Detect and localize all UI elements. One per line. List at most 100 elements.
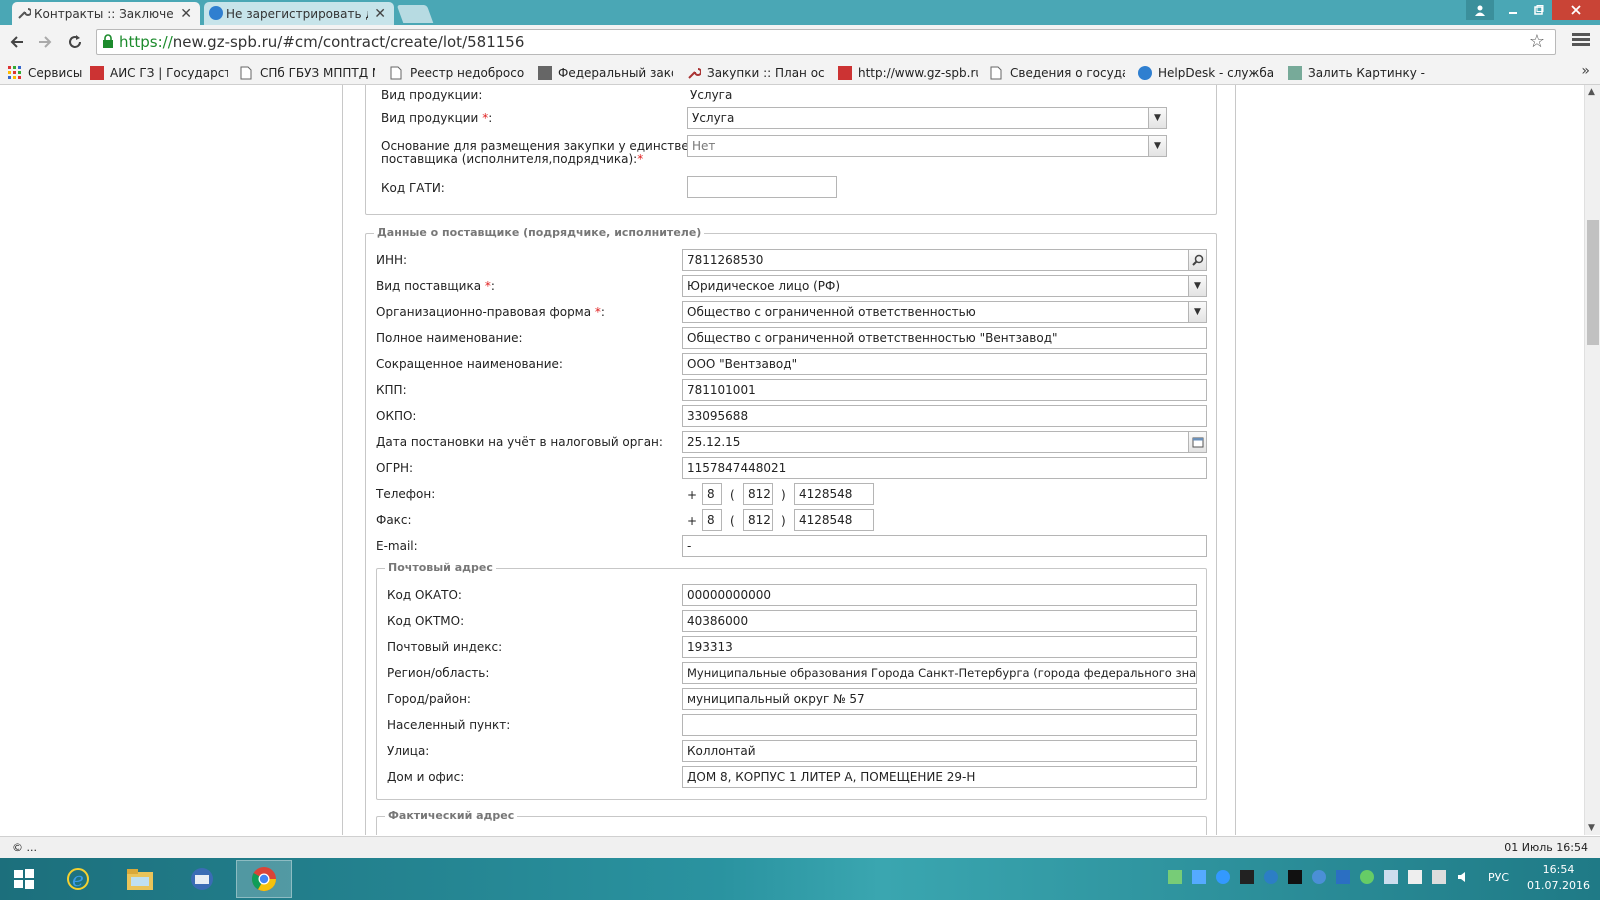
close-icon[interactable]: ✕ [374, 6, 386, 22]
tray-teamviewer-icon[interactable] [1336, 870, 1350, 884]
bookmark-star-icon[interactable]: ☆ [1529, 31, 1545, 52]
browser-menu-icon[interactable] [1572, 31, 1590, 49]
tab-title: Не зарегистрировать до [226, 6, 369, 21]
chevron-down-icon[interactable]: ▼ [1148, 136, 1166, 156]
basis-select[interactable]: Нет ▼ [687, 135, 1167, 157]
ogrn-input[interactable]: 1157847448021 [682, 457, 1207, 479]
thunderbird-icon[interactable] [174, 860, 230, 898]
speaker-icon[interactable] [1456, 870, 1470, 884]
fax-number-input[interactable]: 4128548 [794, 509, 874, 531]
tray-app-icon[interactable] [1240, 870, 1254, 884]
reload-icon[interactable] [64, 31, 86, 53]
legal-form-select[interactable]: Общество с ограниченной ответственностью… [682, 301, 1207, 323]
chrome-icon[interactable] [236, 860, 292, 898]
new-tab-button[interactable] [396, 5, 434, 23]
tax-date-input[interactable]: 25.12.15 [682, 431, 1207, 453]
product-type-select[interactable]: Услуга ▼ [687, 107, 1167, 129]
gati-code-label: Код ГАТИ: [381, 181, 445, 195]
kpp-input[interactable]: 781101001 [682, 379, 1207, 401]
bookmark-gz-spb[interactable]: http://www.gz-spb.ru/ [838, 64, 978, 81]
tray-grid-icon[interactable] [1384, 870, 1398, 884]
bookmark-helpdesk[interactable]: HelpDesk - служба те [1138, 64, 1276, 81]
tray-monitor-icon[interactable] [1432, 870, 1446, 884]
calendar-icon[interactable] [1188, 432, 1206, 452]
bookmark-spb-gbuz[interactable]: СПб ГБУЗ МППТД N [240, 64, 375, 81]
settlement-input[interactable] [682, 714, 1197, 736]
chevron-down-icon[interactable]: ▼ [1148, 108, 1166, 128]
scrollbar-thumb[interactable] [1587, 220, 1599, 345]
restore-icon[interactable] [1526, 0, 1552, 20]
tray-sync-icon[interactable] [1216, 870, 1230, 884]
okpo-label: ОКПО: [376, 409, 417, 423]
file-explorer-icon[interactable] [112, 860, 168, 898]
internet-explorer-icon[interactable]: e [50, 860, 106, 898]
tray-user-icon[interactable] [1360, 870, 1374, 884]
street-input[interactable]: Коллонтай [682, 740, 1197, 762]
scroll-down-arrow-icon[interactable]: ▼ [1588, 823, 1595, 833]
region-label: Регион/область: [387, 666, 490, 680]
phone-country-input[interactable]: 8 [702, 483, 722, 505]
bookmark-zakupki-plan[interactable]: Закупки :: План осущ [687, 64, 825, 81]
full-name-input[interactable]: Общество с ограниченной ответственностью… [682, 327, 1207, 349]
bookmark-services[interactable]: Сервисы [8, 64, 83, 81]
back-arrow-icon[interactable] [6, 31, 28, 53]
address-bar[interactable]: https://new.gz-spb.ru/#cm/contract/creat… [96, 29, 1556, 55]
chevron-down-icon[interactable]: ▼ [1188, 302, 1206, 322]
image-icon [1288, 65, 1302, 80]
phone-lparen: ( [730, 488, 735, 502]
taskbar-clock[interactable]: 16:54 01.07.2016 [1527, 862, 1590, 894]
oktmo-input[interactable]: 40386000 [682, 610, 1197, 632]
full-name-label: Полное наименование: [376, 331, 523, 345]
okato-input[interactable]: 00000000000 [682, 584, 1197, 606]
phone-code-input[interactable]: 812 [743, 483, 773, 505]
fax-code-input[interactable]: 812 [743, 509, 773, 531]
bookmark-upload-image[interactable]: Залить Картинку - За [1288, 64, 1428, 81]
phone-plus: + [687, 488, 698, 502]
short-name-input[interactable]: ООО "Вентзавод" [682, 353, 1207, 375]
ogrn-label: ОГРН: [376, 461, 414, 475]
page-icon [240, 66, 254, 80]
product-type-static-label: Вид продукции: [381, 88, 483, 102]
tray-network-icon[interactable] [1192, 870, 1206, 884]
scroll-up-arrow-icon[interactable]: ▲ [1588, 87, 1595, 97]
fax-lparen: ( [730, 514, 735, 528]
bookmark-ais-gz[interactable]: АИС ГЗ | Государстве [90, 64, 228, 81]
forward-arrow-icon[interactable] [34, 31, 56, 53]
minimize-icon[interactable] [1500, 0, 1526, 20]
house-office-label: Дом и офис: [387, 770, 465, 784]
region-input[interactable]: Муниципальные образования Города Санкт-П… [682, 662, 1197, 684]
keyboard-language[interactable]: РУС [1488, 871, 1509, 884]
user-icon[interactable] [1466, 0, 1494, 20]
inn-input[interactable]: 7811268530 [682, 249, 1207, 271]
bookmark-federal-law[interactable]: Федеральный закон [538, 64, 673, 81]
page-scrollbar[interactable]: ▲ ▼ [1584, 85, 1600, 835]
settlement-label: Населенный пункт: [387, 718, 511, 732]
house-office-input[interactable]: ДОМ 8, КОРПУС 1 ЛИТЕР А, ПОМЕЩЕНИЕ 29-Н [682, 766, 1197, 788]
tab-unregistered[interactable]: Не зарегистрировать до ✕ [204, 2, 394, 25]
chevron-down-icon[interactable]: ▼ [1188, 276, 1206, 296]
city-input[interactable]: муниципальный округ № 57 [682, 688, 1197, 710]
tray-tool-icon[interactable] [1288, 870, 1302, 884]
okpo-input[interactable]: 33095688 [682, 405, 1207, 427]
tray-security-icon[interactable] [1168, 870, 1182, 884]
postal-address-legend: Почтовый адрес [385, 561, 496, 574]
supplier-type-select[interactable]: Юридическое лицо (РФ) ▼ [682, 275, 1207, 297]
tray-flag-icon[interactable] [1408, 870, 1422, 884]
email-input[interactable]: - [682, 535, 1207, 557]
bookmarks-bar: Сервисы АИС ГЗ | Государстве СПб ГБУЗ МП… [0, 60, 1600, 85]
tray-update-icon[interactable] [1264, 870, 1278, 884]
postal-index-input[interactable]: 193313 [682, 636, 1197, 658]
fax-country-input[interactable]: 8 [702, 509, 722, 531]
tray-skype-icon[interactable] [1312, 870, 1326, 884]
search-icon[interactable] [1188, 250, 1206, 270]
bookmarks-overflow-icon[interactable]: » [1581, 63, 1590, 79]
tab-contracts[interactable]: Контракты :: Заключение ✕ [12, 2, 200, 25]
wrench-icon [17, 6, 32, 20]
close-icon[interactable]: ✕ [180, 6, 192, 22]
window-close-icon[interactable] [1552, 0, 1600, 20]
start-windows-icon[interactable] [2, 860, 46, 898]
phone-number-input[interactable]: 4128548 [794, 483, 874, 505]
bookmark-svedeniya[interactable]: Сведения о государс [990, 64, 1125, 81]
bookmark-reestr[interactable]: Реестр недобросове [390, 64, 525, 81]
gati-code-input[interactable] [687, 176, 837, 198]
